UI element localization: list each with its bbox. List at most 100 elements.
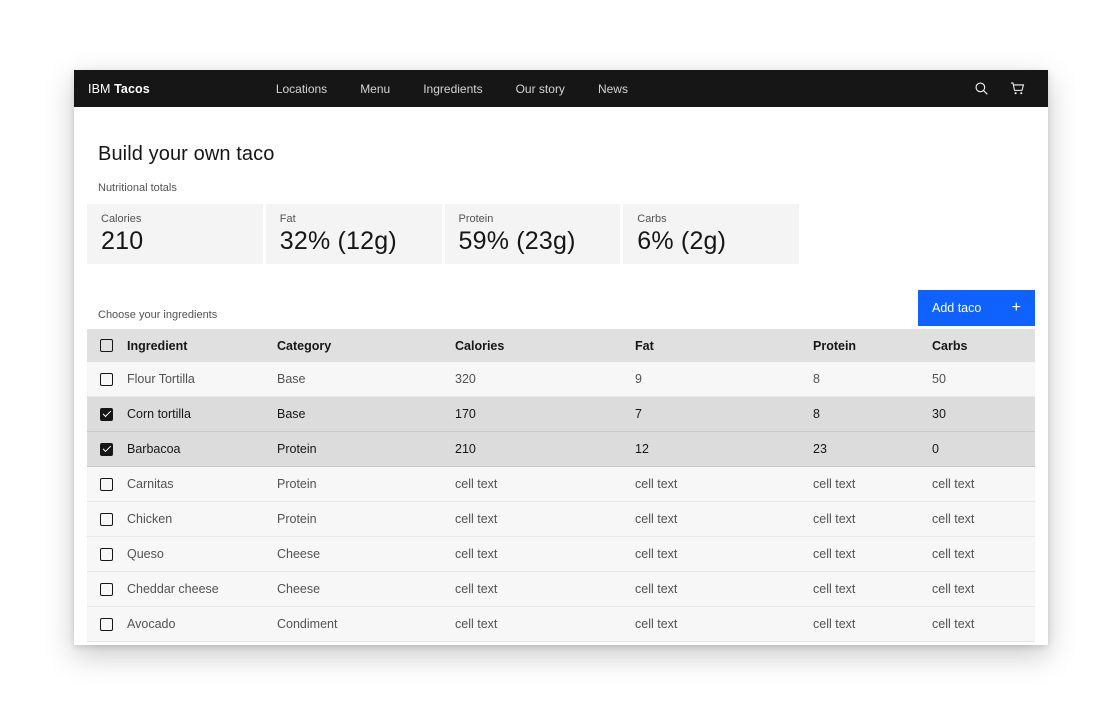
table-row-carnitas[interactable]: CarnitasProteincell textcell textcell te… bbox=[87, 467, 1035, 502]
table-header-row: IngredientCategoryCaloriesFatProteinCarb… bbox=[87, 329, 1035, 362]
ingredients-label: Choose your ingredients bbox=[98, 309, 217, 321]
ingredient-cell: Chicken bbox=[127, 512, 277, 526]
card-label: Carbs bbox=[637, 213, 785, 225]
table-cell: cell text bbox=[932, 477, 1035, 491]
select-all-checkbox[interactable] bbox=[100, 339, 113, 352]
row-checkbox[interactable] bbox=[100, 513, 113, 526]
ingredient-cell: Cheddar cheese bbox=[127, 582, 277, 596]
table-cell: Protein bbox=[277, 512, 455, 526]
table-cell: 12 bbox=[635, 442, 813, 456]
row-checkbox[interactable] bbox=[100, 408, 113, 421]
table-cell: cell text bbox=[813, 582, 932, 596]
row-checkbox[interactable] bbox=[100, 583, 113, 596]
table-cell: cell text bbox=[635, 547, 813, 561]
add-taco-button[interactable]: Add taco + bbox=[918, 290, 1035, 326]
nav-item-menu[interactable]: Menu bbox=[360, 82, 390, 96]
table-cell: 9 bbox=[635, 372, 813, 386]
row-checkbox-cell bbox=[87, 373, 127, 386]
row-checkbox-cell bbox=[87, 548, 127, 561]
row-checkbox-cell bbox=[87, 583, 127, 596]
cart-button[interactable] bbox=[1004, 76, 1030, 102]
ingredient-cell: Queso bbox=[127, 547, 277, 561]
nav-item-news[interactable]: News bbox=[598, 82, 628, 96]
table-cell: cell text bbox=[635, 617, 813, 631]
ingredient-cell: Avocado bbox=[127, 617, 277, 631]
table-cell: Protein bbox=[277, 477, 455, 491]
table-body: Flour TortillaBase3209850Corn tortillaBa… bbox=[87, 362, 1035, 642]
column-header-calories: Calories bbox=[455, 339, 635, 353]
table-cell: cell text bbox=[932, 582, 1035, 596]
table-cell: 210 bbox=[455, 442, 635, 456]
card-label: Fat bbox=[280, 213, 428, 225]
nutrition-card-protein: Protein 59% (23g) bbox=[445, 204, 621, 264]
table-cell: cell text bbox=[455, 477, 635, 491]
row-checkbox[interactable] bbox=[100, 618, 113, 631]
nav-item-locations[interactable]: Locations bbox=[276, 82, 327, 96]
table-cell: cell text bbox=[813, 617, 932, 631]
column-header-protein: Protein bbox=[813, 339, 932, 353]
table-cell: cell text bbox=[455, 617, 635, 631]
row-checkbox-cell bbox=[87, 618, 127, 631]
table-cell: cell text bbox=[932, 512, 1035, 526]
table-row-chicken[interactable]: ChickenProteincell textcell textcell tex… bbox=[87, 502, 1035, 537]
nutrition-card-fat: Fat32% (12g) bbox=[266, 204, 442, 264]
table-cell: cell text bbox=[813, 512, 932, 526]
table-cell: Cheese bbox=[277, 582, 455, 596]
column-header-category: Category bbox=[277, 339, 455, 353]
add-taco-label: Add taco bbox=[932, 301, 981, 315]
plus-icon: + bbox=[1012, 300, 1021, 316]
column-header-ingredient: Ingredient bbox=[127, 339, 277, 353]
table-cell: 8 bbox=[813, 372, 932, 386]
ingredient-cell: Barbacoa bbox=[127, 442, 277, 456]
nutrition-card-calories: Calories 210 bbox=[87, 204, 263, 264]
table-cell: cell text bbox=[813, 547, 932, 561]
search-button[interactable] bbox=[968, 76, 994, 102]
card-value: 210 bbox=[101, 227, 249, 256]
row-checkbox-cell bbox=[87, 478, 127, 491]
nav-item-ingredients[interactable]: Ingredients bbox=[423, 82, 482, 96]
nutrition-card-carbs: Carbs 6% (2g) bbox=[623, 204, 799, 264]
brand-link[interactable]: IBM Tacos bbox=[88, 82, 150, 96]
table-cell: cell text bbox=[635, 582, 813, 596]
table-cell: Base bbox=[277, 407, 455, 421]
main-content: Build your own taco Nutritional totals C… bbox=[74, 143, 1048, 642]
row-checkbox[interactable] bbox=[100, 548, 113, 561]
row-checkbox[interactable] bbox=[100, 478, 113, 491]
ingredient-cell: Flour Tortilla bbox=[127, 372, 277, 386]
totals-label: Nutritional totals bbox=[98, 182, 1035, 194]
table-cell: cell text bbox=[455, 512, 635, 526]
row-checkbox[interactable] bbox=[100, 443, 113, 456]
row-checkbox-cell bbox=[87, 408, 127, 421]
table-cell: Cheese bbox=[277, 547, 455, 561]
card-value: 6% (2g) bbox=[637, 227, 785, 256]
table-cell: cell text bbox=[635, 477, 813, 491]
row-checkbox-cell bbox=[87, 443, 127, 456]
table-cell: cell text bbox=[932, 547, 1035, 561]
table-cell: cell text bbox=[455, 547, 635, 561]
app-window: IBM Tacos Locations Menu Ingredients Our st… bbox=[74, 70, 1048, 645]
table-cell: cell text bbox=[813, 477, 932, 491]
table-cell: 170 bbox=[455, 407, 635, 421]
table-cell: 320 bbox=[455, 372, 635, 386]
table-row-queso[interactable]: QuesoCheesecell textcell textcell textce… bbox=[87, 537, 1035, 572]
table-cell: 50 bbox=[932, 372, 1035, 386]
ingredients-table: IngredientCategoryCaloriesFatProteinCarb… bbox=[87, 329, 1035, 642]
card-label: Protein bbox=[459, 213, 607, 225]
table-row-flour-tortilla[interactable]: Flour TortillaBase3209850 bbox=[87, 362, 1035, 397]
brand-name: Tacos bbox=[114, 82, 150, 96]
table-cell: 0 bbox=[932, 442, 1035, 456]
table-row-cheddar-cheese[interactable]: Cheddar cheeseCheesecell textcell textce… bbox=[87, 572, 1035, 607]
nav-item-our-story[interactable]: Our story bbox=[516, 82, 565, 96]
table-row-corn-tortilla[interactable]: Corn tortillaBase1707830 bbox=[87, 397, 1035, 432]
ingredient-cell: Corn tortilla bbox=[127, 407, 277, 421]
table-row-avocado[interactable]: AvocadoCondimentcell textcell textcell t… bbox=[87, 607, 1035, 642]
table-cell: 7 bbox=[635, 407, 813, 421]
card-value: 59% (23g) bbox=[459, 227, 607, 256]
row-checkbox[interactable] bbox=[100, 373, 113, 386]
card-label: Calories bbox=[101, 213, 249, 225]
page-title: Build your own taco bbox=[98, 143, 1035, 166]
row-checkbox-cell bbox=[87, 513, 127, 526]
column-header-carbs: Carbs bbox=[932, 339, 1035, 353]
select-all-cell bbox=[87, 339, 127, 352]
table-row-barbacoa[interactable]: BarbacoaProtein21012230 bbox=[87, 432, 1035, 467]
